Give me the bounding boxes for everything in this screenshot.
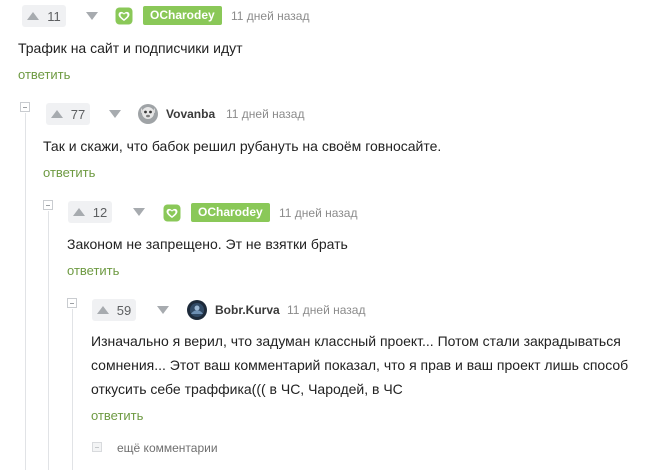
reply-link[interactable]: ответить: [67, 263, 119, 279]
vote-widget: 77: [46, 103, 90, 125]
upvote-button[interactable]: [22, 5, 44, 27]
downvote-button[interactable]: [152, 299, 174, 321]
arrow-up-icon: [73, 208, 85, 216]
comment-text: Изначально я верил, что задуман классный…: [91, 330, 641, 400]
vote-widget: 12: [68, 201, 112, 223]
author-name[interactable]: Vovanba: [166, 106, 215, 122]
upvote-button[interactable]: [46, 103, 68, 125]
reply-link[interactable]: ответить: [18, 67, 70, 83]
arrow-down-icon: [109, 110, 121, 118]
arrow-down-icon: [86, 12, 98, 20]
reply-link[interactable]: ответить: [43, 165, 95, 181]
author-name[interactable]: OCharodey: [143, 6, 222, 25]
vote-count: 77: [70, 106, 86, 122]
collapse-icon[interactable]: [43, 200, 53, 210]
comment-time: 11 дней назад: [226, 107, 305, 121]
collapse-icon[interactable]: [20, 102, 30, 112]
arrow-up-icon: [27, 12, 39, 20]
comment-text: Трафик на сайт и подписчики идут: [18, 40, 243, 56]
downvote-button[interactable]: [128, 201, 150, 223]
comment-text: Так и скажи, что бабок решил рубануть на…: [43, 138, 442, 154]
reply-link[interactable]: ответить: [91, 408, 143, 424]
thread-line: [25, 113, 26, 470]
upvote-button[interactable]: [68, 201, 90, 223]
author-name[interactable]: OCharodey: [191, 203, 270, 222]
arrow-down-icon: [157, 306, 169, 314]
heart-icon: [162, 203, 182, 223]
comment-time: 11 дней назад: [287, 303, 366, 317]
vote-widget: 11: [22, 5, 66, 27]
comment-time: 11 дней назад: [279, 206, 358, 220]
comment-text-line: Изначально я верил, что задуман классный…: [91, 333, 621, 349]
more-comments-link[interactable]: ещё комментарии: [117, 440, 218, 456]
author-name[interactable]: Bobr.Kurva: [215, 302, 280, 318]
arrow-down-icon: [133, 208, 145, 216]
expand-icon[interactable]: [92, 442, 102, 452]
downvote-button[interactable]: [104, 103, 126, 125]
thread-line: [72, 309, 73, 470]
comment-text: Законом не запрещено. Эт не взятки брать: [67, 236, 348, 252]
downvote-button[interactable]: [81, 5, 103, 27]
vote-widget: 59: [92, 299, 136, 321]
comment-text-line: сомнения... Этот ваш комментарий показал…: [91, 357, 629, 373]
collapse-icon[interactable]: [67, 298, 77, 308]
upvote-button[interactable]: [92, 299, 114, 321]
thread-line: [48, 211, 49, 470]
vote-count: 59: [116, 302, 132, 318]
avatar[interactable]: [138, 104, 158, 124]
vote-count: 12: [92, 204, 108, 220]
arrow-up-icon: [51, 110, 63, 118]
vote-count: 11: [47, 8, 61, 24]
comment-text-line: откусить себе траффика((( в ЧС, Чародей,…: [91, 381, 403, 397]
avatar[interactable]: [187, 300, 207, 320]
comment-time: 11 дней назад: [231, 9, 310, 23]
arrow-up-icon: [97, 306, 109, 314]
heart-icon: [114, 6, 134, 26]
